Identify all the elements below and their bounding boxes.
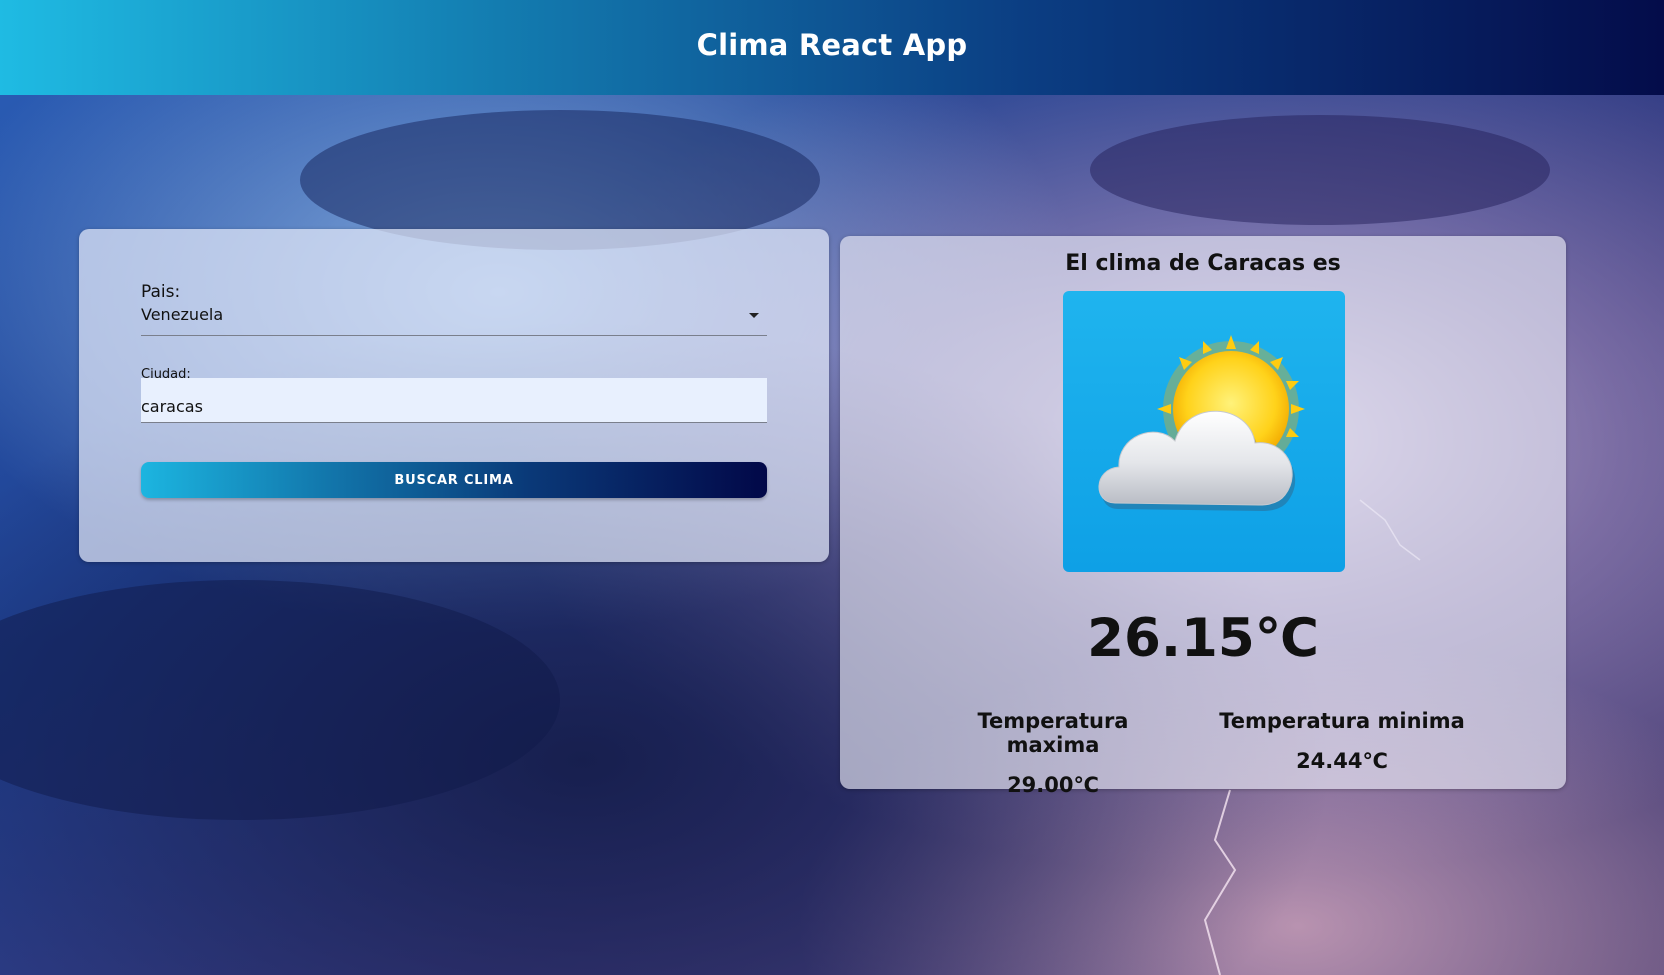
page: Clima React App Pais: Venezuela Ciudad: …: [0, 0, 1664, 975]
max-temperature-value: 29.00℃: [1007, 773, 1099, 797]
max-temperature-block: Temperatura maxima 29.00℃: [928, 709, 1178, 797]
search-form-card: Pais: Venezuela Ciudad: BUSCAR CLIMA: [79, 229, 829, 562]
weather-result-card: El clima de Caracas es 26.15℃ Temperatur…: [840, 236, 1566, 797]
result-title: El clima de Caracas es: [1065, 251, 1341, 276]
min-temperature-value: 24.44℃: [1296, 749, 1388, 773]
current-temperature: 26.15℃: [1087, 608, 1319, 669]
country-select[interactable]: Venezuela: [141, 305, 767, 336]
min-temperature-block: Temperatura minima 24.44℃: [1217, 709, 1467, 773]
partly-cloudy-icon: [1063, 291, 1345, 572]
app-title: Clima React App: [696, 27, 968, 62]
country-select-value: Venezuela: [141, 305, 224, 324]
city-input[interactable]: [141, 378, 767, 423]
max-temperature-label: Temperatura maxima: [977, 709, 1129, 757]
country-label: Pais:: [141, 282, 181, 302]
search-weather-button[interactable]: BUSCAR CLIMA: [141, 462, 767, 498]
app-header: Clima React App: [0, 0, 1664, 95]
chevron-down-icon: [749, 313, 759, 318]
min-temperature-label: Temperatura minima: [1219, 709, 1465, 733]
